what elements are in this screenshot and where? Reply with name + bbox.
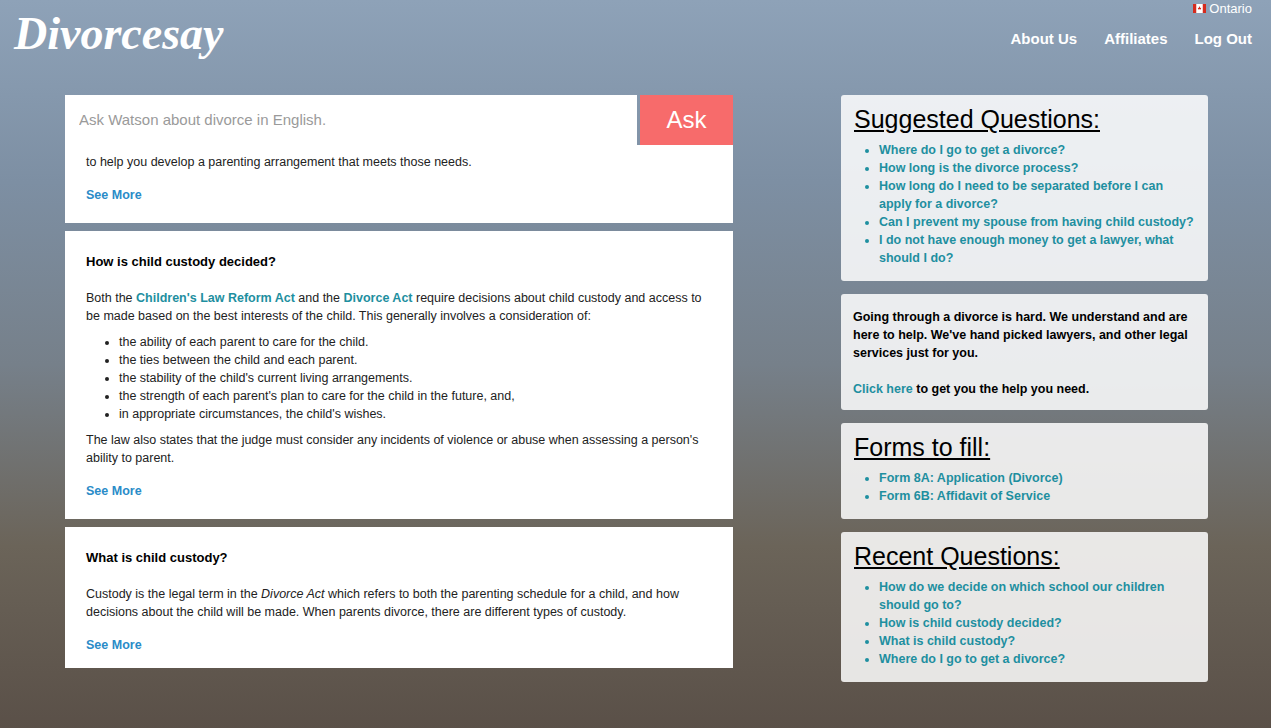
factor-list: the ability of each parent to care for t…	[86, 333, 712, 423]
nav-link[interactable]: About Us	[1010, 28, 1077, 51]
law-link[interactable]: Divorce Act	[344, 291, 413, 305]
nav: About Us Affiliates Log Out	[1010, 28, 1252, 51]
results-column: Ask to help you develop a parenting arran…	[65, 95, 733, 668]
text-segment: Custody is the legal term in the	[86, 587, 261, 601]
question-link[interactable]: Where do I go to get a divorce?	[879, 650, 1195, 668]
help-panel: Going through a divorce is hard. We unde…	[841, 294, 1208, 410]
nav-link[interactable]: Affiliates	[1104, 28, 1167, 51]
answer-card: What is child custody? Custody is the leg…	[65, 527, 733, 668]
text-segment: The law also states that the judge must …	[86, 433, 698, 465]
answer-title[interactable]: What is child custody?	[86, 549, 712, 567]
answer-paragraph: The law also states that the judge must …	[86, 431, 712, 467]
see-more-link[interactable]: See More	[86, 483, 712, 499]
canada-flag-icon	[1193, 4, 1206, 13]
factor-item: the stability of the child's current liv…	[119, 369, 712, 387]
panel-title: Forms to fill:	[854, 431, 1195, 463]
answer-card: to help you develop a parenting arrangem…	[65, 145, 733, 223]
question-link[interactable]: How is child custody decided?	[879, 614, 1195, 632]
nav-link[interactable]: Log Out	[1195, 28, 1252, 51]
see-more-link[interactable]: See More	[86, 187, 712, 203]
sidebar: Suggested Questions: Where do I go to get…	[841, 95, 1208, 682]
text-segment: Both the	[86, 291, 136, 305]
question-link[interactable]: How long do I need to be separated befor…	[879, 177, 1195, 213]
search-bar: Ask	[65, 95, 733, 145]
panel-title: Recent Questions:	[854, 540, 1195, 572]
text-segment: to help you develop a parenting arrangem…	[86, 155, 472, 169]
law-link[interactable]: Children's Law Reform Act	[136, 291, 295, 305]
region-label[interactable]: Ontario	[1209, 2, 1252, 16]
question-link[interactable]: Form 8A: Application (Divorce)	[879, 469, 1195, 487]
help-line: Click here to get you the help you need.	[853, 380, 1196, 398]
answer-paragraph: to help you develop a parenting arrangem…	[86, 153, 712, 171]
question-list: How do we decide on which school our chi…	[854, 578, 1195, 668]
header: Divorcesay Ontario About Us Affiliates Log O…	[0, 0, 1271, 95]
question-link[interactable]: I do not have enough money to get a lawy…	[879, 231, 1195, 267]
question-list: Form 8A: Application (Divorce)Form 6B: A…	[854, 469, 1195, 505]
factor-item: the ties between the child and each pare…	[119, 351, 712, 369]
answer-title[interactable]: How is child custody decided?	[86, 253, 712, 271]
question-link[interactable]: Where do I go to get a divorce?	[879, 141, 1195, 159]
logo[interactable]: Divorcesay	[0, 0, 223, 95]
answer-paragraph: Custody is the legal term in the Divorce…	[86, 585, 712, 621]
question-link[interactable]: Form 6B: Affidavit of Service	[879, 487, 1195, 505]
answers-list: to help you develop a parenting arrangem…	[65, 145, 733, 668]
click-here-link[interactable]: Click here	[853, 382, 913, 396]
factor-item: the strength of each parent's plan to ca…	[119, 387, 712, 405]
ask-button[interactable]: Ask	[640, 95, 733, 145]
header-right: Ontario About Us Affiliates Log Out	[1010, 0, 1271, 95]
factor-item: the ability of each parent to care for t…	[119, 333, 712, 351]
help-rest: to get you the help you need.	[913, 382, 1089, 396]
question-link[interactable]: How do we decide on which school our chi…	[879, 578, 1195, 614]
answer-card: How is child custody decided? Both the Ch…	[65, 231, 733, 519]
panel-title: Suggested Questions:	[854, 103, 1195, 135]
factor-item: in appropriate circumstances, the child'…	[119, 405, 712, 423]
help-text: Going through a divorce is hard. We unde…	[853, 308, 1196, 362]
recent-panel: Recent Questions: How do we decide on whi…	[841, 532, 1208, 682]
answer-paragraph: Both the Children's Law Reform Act and t…	[86, 289, 712, 325]
see-more-link[interactable]: See More	[86, 637, 712, 653]
text-segment: and the	[295, 291, 344, 305]
main: Ask to help you develop a parenting arran…	[0, 95, 1271, 682]
suggested-panel: Suggested Questions: Where do I go to get…	[841, 95, 1208, 281]
question-link[interactable]: What is child custody?	[879, 632, 1195, 650]
question-link[interactable]: How long is the divorce process?	[879, 159, 1195, 177]
search-input[interactable]	[65, 95, 637, 145]
forms-panel: Forms to fill: Form 8A: Application (Divo…	[841, 423, 1208, 519]
region[interactable]: Ontario	[1193, 0, 1252, 16]
question-list: Where do I go to get a divorce?How long …	[854, 141, 1195, 267]
question-link[interactable]: Can I prevent my spouse from having chil…	[879, 213, 1195, 231]
text-segment: Divorce Act	[261, 587, 324, 601]
